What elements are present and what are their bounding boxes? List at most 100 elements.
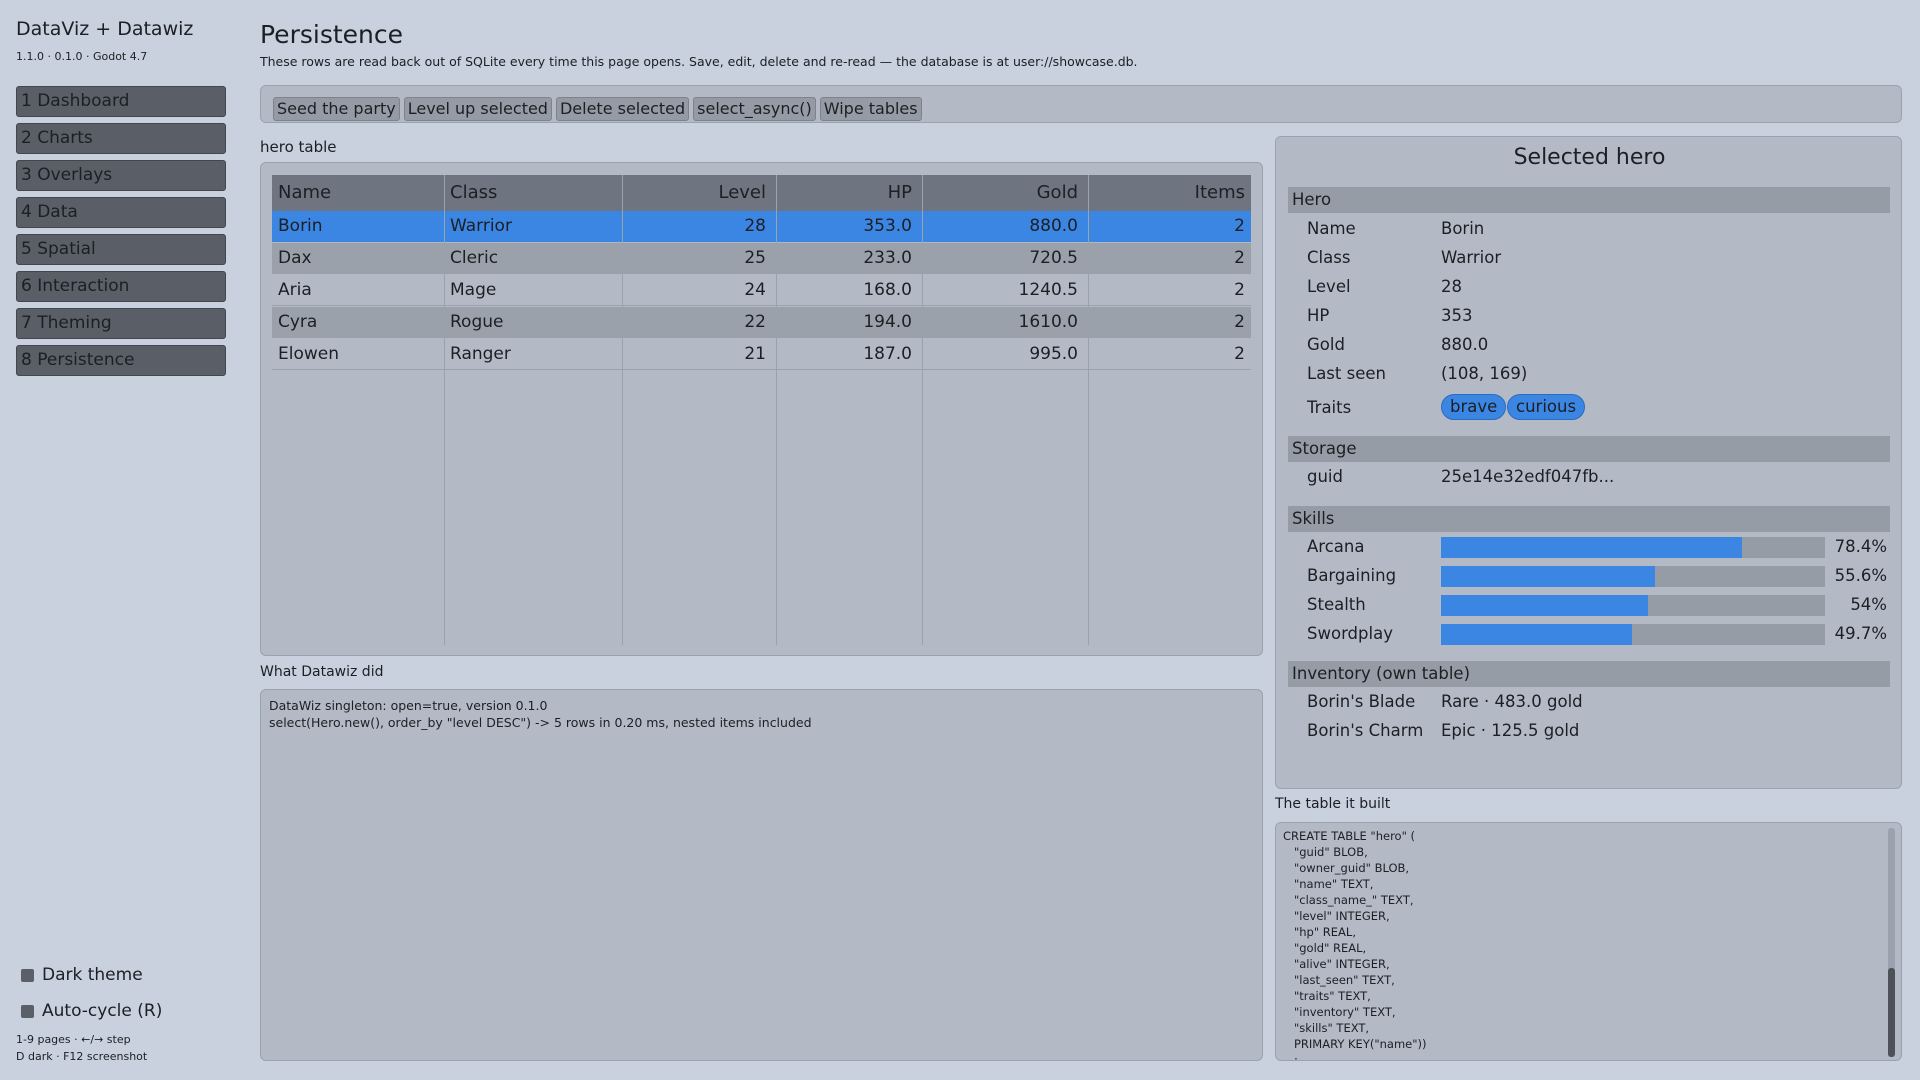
selected-hero-panel: Selected hero Hero Name Borin Class Warr… bbox=[1275, 136, 1902, 789]
page-title: Persistence bbox=[260, 20, 403, 49]
table-row[interactable]: Cyra Rogue 22 194.0 1610.0 2 bbox=[272, 307, 1251, 338]
wipe-tables-button[interactable]: Wipe tables bbox=[819, 97, 922, 121]
cell-level: 21 bbox=[744, 344, 766, 364]
cell-hp: 353.0 bbox=[863, 216, 912, 236]
dark-theme-label: Dark theme bbox=[42, 965, 143, 985]
column-header-hp[interactable]: HP bbox=[782, 175, 912, 211]
sql-scrollbar[interactable] bbox=[1888, 828, 1895, 1057]
hero-table-panel: Name Class Level HP Gold Items Borin War… bbox=[260, 162, 1263, 656]
cell-level: 22 bbox=[744, 312, 766, 332]
inventory-item-value: Epic · 125.5 gold bbox=[1441, 721, 1580, 740]
field-value: (108, 169) bbox=[1441, 364, 1528, 383]
app-version: 1.1.0 · 0.1.0 · Godot 4.7 bbox=[16, 50, 148, 63]
group-header-inventory: Inventory (own table) bbox=[1288, 661, 1890, 687]
delete-selected-button[interactable]: Delete selected bbox=[555, 97, 690, 121]
cell-class: Mage bbox=[450, 280, 497, 300]
cell-name: Cyra bbox=[278, 312, 318, 332]
cell-class: Rogue bbox=[450, 312, 504, 332]
checkbox-icon bbox=[21, 1004, 34, 1018]
sql-label: The table it built bbox=[1275, 796, 1391, 812]
field-value: Warrior bbox=[1441, 248, 1502, 267]
cell-name: Elowen bbox=[278, 344, 340, 364]
cell-hp: 194.0 bbox=[863, 312, 912, 332]
cell-name: Dax bbox=[278, 248, 312, 268]
table-row[interactable]: Borin Warrior 28 353.0 880.0 2 bbox=[272, 211, 1251, 242]
field-key: Level bbox=[1307, 277, 1351, 296]
skill-percent: 54% bbox=[1850, 595, 1887, 614]
column-divider bbox=[1088, 175, 1089, 645]
skill-percent: 78.4% bbox=[1834, 537, 1887, 556]
log-panel: DataWiz singleton: open=true, version 0.… bbox=[260, 689, 1263, 1061]
skill-bar-fill bbox=[1441, 595, 1649, 616]
sql-scrollbar-thumb[interactable] bbox=[1888, 968, 1895, 1057]
select-async-button[interactable]: select_async() bbox=[693, 97, 816, 121]
skill-name: Swordplay bbox=[1307, 624, 1393, 643]
table-row[interactable]: Elowen Ranger 21 187.0 995.0 2 bbox=[272, 339, 1251, 370]
table-row[interactable]: Dax Cleric 25 233.0 720.5 2 bbox=[272, 243, 1251, 274]
cell-gold: 1240.5 bbox=[1018, 280, 1078, 300]
cell-gold: 1610.0 bbox=[1018, 312, 1078, 332]
nav-item-overlays[interactable]: 3 Overlays bbox=[16, 160, 226, 191]
field-value: 353 bbox=[1441, 306, 1473, 325]
skill-percent: 49.7% bbox=[1834, 624, 1887, 643]
hint-keys: D dark · F12 screenshot bbox=[16, 1050, 148, 1063]
cell-hp: 187.0 bbox=[863, 344, 912, 364]
cell-class: Ranger bbox=[450, 344, 511, 364]
sql-panel: CREATE TABLE "hero" ( "guid" BLOB, "owne… bbox=[1275, 822, 1902, 1061]
cell-name: Borin bbox=[278, 216, 323, 236]
sidebar: DataViz + Datawiz 1.1.0 · 0.1.0 · Godot … bbox=[0, 0, 240, 1080]
field-key: Last seen bbox=[1307, 364, 1386, 383]
checkbox-icon bbox=[21, 968, 34, 982]
column-header-level[interactable]: Level bbox=[628, 175, 766, 211]
nav-item-data[interactable]: 4 Data bbox=[16, 197, 226, 228]
column-divider bbox=[922, 175, 923, 645]
hint-pages: 1-9 pages · ←/→ step bbox=[16, 1033, 131, 1046]
field-value: 28 bbox=[1441, 277, 1462, 296]
column-header-name[interactable]: Name bbox=[278, 175, 331, 211]
inventory-item-name: Borin's Charm bbox=[1307, 721, 1424, 740]
cell-level: 24 bbox=[744, 280, 766, 300]
cell-gold: 995.0 bbox=[1029, 344, 1078, 364]
skill-bar bbox=[1441, 537, 1825, 558]
column-header-items[interactable]: Items bbox=[1095, 175, 1245, 211]
cell-name: Aria bbox=[278, 280, 312, 300]
table-header: Name Class Level HP Gold Items bbox=[272, 175, 1251, 211]
selected-hero-title: Selected hero bbox=[1513, 145, 1666, 170]
cell-items: 2 bbox=[1234, 280, 1245, 300]
skill-bar bbox=[1441, 624, 1825, 645]
guid-value: 25e14e32edf047fb... bbox=[1441, 467, 1615, 486]
app-title: DataViz + Datawiz bbox=[16, 18, 194, 40]
field-key: Gold bbox=[1307, 335, 1345, 354]
cell-items: 2 bbox=[1234, 312, 1245, 332]
group-header-storage: Storage bbox=[1288, 436, 1890, 462]
page-subtitle: These rows are read back out of SQLite e… bbox=[260, 54, 1138, 69]
column-header-class[interactable]: Class bbox=[450, 175, 497, 211]
nav-item-charts[interactable]: 2 Charts bbox=[16, 123, 226, 154]
table-row[interactable]: Aria Mage 24 168.0 1240.5 2 bbox=[272, 275, 1251, 306]
seed-party-button[interactable]: Seed the party bbox=[273, 97, 400, 121]
column-divider bbox=[622, 175, 623, 645]
nav-item-theming[interactable]: 7 Theming bbox=[16, 308, 226, 339]
cell-level: 28 bbox=[744, 216, 766, 236]
level-up-button[interactable]: Level up selected bbox=[403, 97, 552, 121]
column-header-gold[interactable]: Gold bbox=[928, 175, 1078, 211]
group-header-skills: Skills bbox=[1288, 506, 1890, 532]
nav-item-spatial[interactable]: 5 Spatial bbox=[16, 234, 226, 265]
skill-bar-fill bbox=[1441, 537, 1743, 558]
cell-class: Warrior bbox=[450, 216, 512, 236]
toolbar: Seed the party Level up selected Delete … bbox=[260, 85, 1902, 123]
cell-gold: 720.5 bbox=[1029, 248, 1078, 268]
nav-item-dashboard[interactable]: 1 Dashboard bbox=[16, 86, 226, 117]
field-key: Name bbox=[1307, 219, 1356, 238]
field-value: Borin bbox=[1441, 219, 1485, 238]
skill-name: Stealth bbox=[1307, 595, 1366, 614]
trait-badge: curious bbox=[1507, 394, 1586, 420]
auto-cycle-toggle[interactable]: Auto-cycle (R) bbox=[21, 1000, 162, 1022]
nav-item-persistence[interactable]: 8 Persistence bbox=[16, 345, 226, 376]
nav-item-interaction[interactable]: 6 Interaction bbox=[16, 271, 226, 302]
dark-theme-toggle[interactable]: Dark theme bbox=[21, 964, 143, 986]
guid-label: guid bbox=[1307, 467, 1343, 486]
cell-items: 2 bbox=[1234, 344, 1245, 364]
inventory-item-name: Borin's Blade bbox=[1307, 692, 1416, 711]
hero-table: Name Class Level HP Gold Items Borin War… bbox=[272, 175, 1251, 645]
